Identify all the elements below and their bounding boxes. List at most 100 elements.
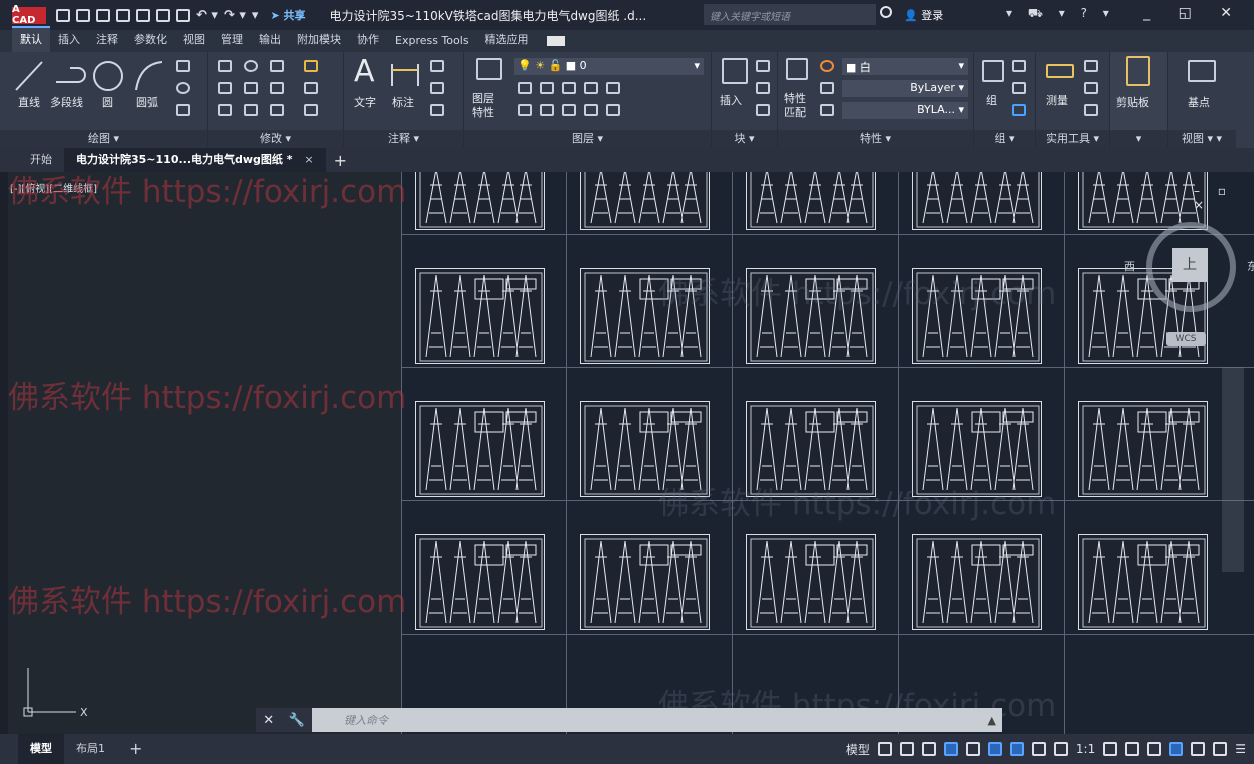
layer-tool-7-icon[interactable] [540,104,554,116]
layer-tool-8-icon[interactable] [562,104,576,116]
drawing-viewport[interactable]: [-][俯视][二维线框] 佛系软件 https://foxirj.com 佛系… [8,172,1254,734]
ungroup-icon[interactable] [1012,60,1026,72]
command-input[interactable]: 键入命令 [344,712,388,728]
quick-select-icon[interactable] [1084,60,1098,72]
copy-icon[interactable] [218,82,232,94]
tab-manage[interactable]: 管理 [213,28,251,52]
insert-block-icon[interactable] [722,58,748,84]
polyline-tool[interactable]: 多段线 [50,94,83,110]
snap-icon[interactable] [899,742,914,756]
explode-icon[interactable] [304,82,318,94]
trim-icon[interactable] [270,60,284,72]
isodraft-icon[interactable] [965,742,980,756]
panel-annotation-title[interactable]: 注释 ▾ [344,130,463,148]
rotate-icon[interactable] [244,60,258,72]
customize-dropdown-icon[interactable]: ▾ [252,8,259,23]
undo-icon[interactable]: ↶ ▾ [196,8,218,23]
layer-tool-9-icon[interactable] [584,104,598,116]
drawing-sheet[interactable] [415,401,545,497]
tab-annotate[interactable]: 注释 [88,28,126,52]
login-button[interactable]: 👤 登录 [904,7,943,23]
layer-properties-tool[interactable]: 图层 特性 [472,92,494,120]
close-command-icon[interactable]: ✕ [263,713,274,728]
quick-properties-icon[interactable] [1169,742,1184,756]
drawing-sheet[interactable] [912,534,1042,630]
customize-wrench-icon[interactable]: 🔧 [289,713,305,728]
wcs-menu[interactable]: WCS [1166,332,1206,346]
panel-utilities-title[interactable]: 实用工具 ▾ [1036,130,1109,148]
panel-properties-title[interactable]: 特性 ▾ [778,130,973,148]
calculator-icon[interactable] [1084,104,1098,116]
panel-groups-title[interactable]: 组 ▾ [974,130,1035,148]
text-icon[interactable]: A [354,54,375,89]
tab-start[interactable]: 开始 [18,148,64,172]
plot-preview-icon[interactable] [156,8,170,22]
workspace-gear-icon[interactable] [1103,742,1118,756]
base-view-tool[interactable]: 基点 [1188,94,1210,110]
fillet-icon[interactable] [270,82,284,94]
panel-clipboard-title[interactable]: ▾ [1110,130,1167,148]
select-all-icon[interactable] [1084,82,1098,94]
group-select-icon[interactable] [1012,104,1026,116]
block-attributes-icon[interactable] [756,104,770,116]
tab-parametric[interactable]: 参数化 [126,28,175,52]
drawing-sheet[interactable] [580,172,710,230]
circle-tool[interactable]: 圆 [102,94,113,110]
clipboard-tool[interactable]: 剪贴板 [1116,94,1149,110]
lineweight-dropdown[interactable]: BYLA... ▾ [842,102,968,119]
offset-icon[interactable] [304,104,318,116]
annotation-scale-auto-icon[interactable] [1053,742,1068,756]
lineweight-icon[interactable] [820,104,834,116]
layer-tool-1-icon[interactable] [518,82,532,94]
save-icon[interactable] [96,8,110,22]
print-icon[interactable] [176,8,190,22]
layer-tool-10-icon[interactable] [606,104,620,116]
ortho-icon[interactable] [921,742,936,756]
drawing-sheet[interactable] [1078,401,1208,497]
text-tool[interactable]: 文字 [354,94,376,110]
close-tab-icon[interactable]: × [304,153,313,166]
draw-tools-icons[interactable] [12,58,162,94]
line-tool[interactable]: 直线 [18,94,40,110]
drawing-sheet[interactable] [912,172,1042,230]
group-icon[interactable] [982,60,1004,82]
match-properties-icon[interactable] [786,58,808,80]
layer-tool-2-icon[interactable] [540,82,554,94]
fullscreen-icon[interactable] [1213,742,1228,756]
layer-tool-5-icon[interactable] [606,82,620,94]
mirror-icon[interactable] [244,82,258,94]
tab-view[interactable]: 视图 [175,28,213,52]
rectangle-icon[interactable] [176,60,190,72]
tab-output[interactable]: 输出 [251,28,289,52]
panel-modify-title[interactable]: 修改 ▾ [208,130,343,148]
insert-tool[interactable]: 插入 [720,92,742,108]
titlebar-tools[interactable]: ▾ ⛟ ▾ ? ▾ [1006,6,1115,22]
match-properties-tool[interactable]: 特性 匹配 [784,92,806,120]
create-block-icon[interactable] [756,60,770,72]
group-tool[interactable]: 组 [986,92,997,108]
group-edit-icon[interactable] [1012,82,1026,94]
units-icon[interactable] [1147,742,1162,756]
ribbon-minimize-icon[interactable] [546,36,565,46]
annotation-monitor-icon[interactable] [1125,742,1140,756]
add-layout-button[interactable]: + [117,734,154,764]
base-view-icon[interactable] [1188,60,1216,82]
drawing-sheet[interactable] [1078,534,1208,630]
measure-icon[interactable] [1046,64,1074,78]
tab-default[interactable]: 默认 [12,26,50,52]
hatch-icon[interactable] [176,104,190,116]
panel-view-title[interactable]: 视图 ▾ ▾ [1168,130,1236,148]
viewcube-east[interactable]: 东 [1247,258,1254,274]
layer-properties-icon[interactable] [476,58,502,80]
leader-icon[interactable] [430,82,444,94]
dimension-tool[interactable]: 标注 [392,94,414,110]
drawing-sheet[interactable] [746,172,876,230]
layer-tool-3-icon[interactable] [562,82,576,94]
tab-featured-apps[interactable]: 精选应用 [477,28,537,52]
layout-tab-model[interactable]: 模型 [18,734,64,764]
arc-tool[interactable]: 圆弧 [136,94,158,110]
scale-icon[interactable] [244,104,258,116]
erase-icon[interactable] [304,60,318,72]
table-icon[interactable] [430,104,444,116]
ellipse-icon[interactable] [176,82,190,94]
